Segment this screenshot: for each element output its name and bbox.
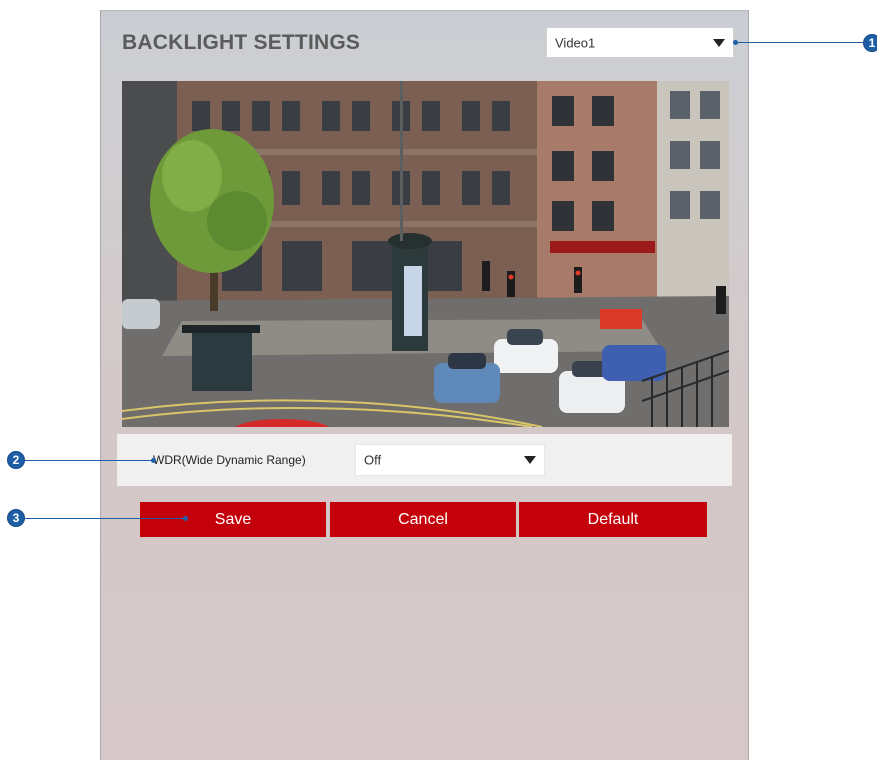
cancel-button[interactable]: Cancel xyxy=(330,502,516,537)
wdr-select[interactable]: Off xyxy=(355,444,545,476)
video-source-select[interactable]: Video1 xyxy=(546,27,734,58)
callout-3-badge: 3 xyxy=(7,509,25,527)
video-source-value: Video1 xyxy=(555,35,596,50)
caret-down-icon xyxy=(713,38,725,47)
page-title: BACKLIGHT SETTINGS xyxy=(122,31,361,54)
wdr-label: WDR(Wide Dynamic Range) xyxy=(153,453,306,467)
callout-1-badge: 1 xyxy=(863,34,877,52)
camera-preview xyxy=(122,81,729,427)
settings-panel: BACKLIGHT SETTINGS Video1 WDR(Wide Dynam… xyxy=(100,10,749,760)
caret-down-icon xyxy=(524,456,536,464)
callout-1-line xyxy=(737,42,863,43)
camera-preview-image xyxy=(122,81,729,427)
callout-2-dot xyxy=(151,458,156,463)
default-button[interactable]: Default xyxy=(519,502,707,537)
wdr-value: Off xyxy=(364,452,382,468)
callout-3-dot xyxy=(183,516,188,521)
callout-3-line xyxy=(25,518,185,519)
callout-2-line xyxy=(25,460,153,461)
wdr-settings-row: WDR(Wide Dynamic Range) Off xyxy=(117,434,732,486)
callout-2-badge: 2 xyxy=(7,451,25,469)
save-button[interactable]: Save xyxy=(140,502,326,537)
